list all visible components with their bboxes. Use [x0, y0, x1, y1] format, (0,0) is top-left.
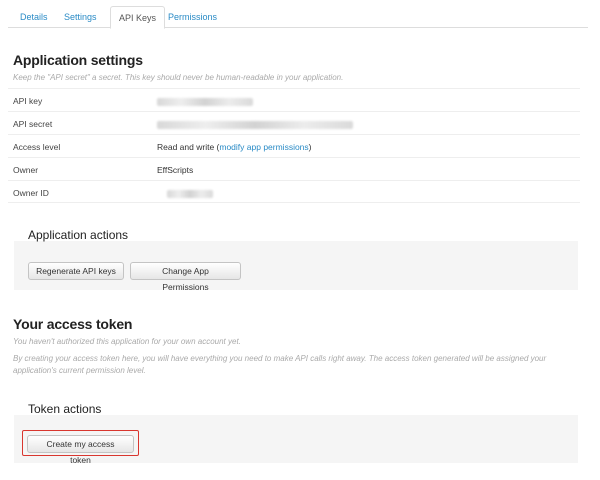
- settings-row-owner: Owner EffScripts: [8, 157, 580, 180]
- settings-row-access-level: Access level Read and write (modify app …: [8, 134, 580, 157]
- api-secret-note: Keep the "API secret" a secret. This key…: [13, 73, 344, 82]
- access-token-heading: Your access token: [13, 316, 133, 332]
- settings-row-api-secret: API secret: [8, 111, 580, 134]
- access-token-not-authorized-note: You haven't authorized this application …: [13, 337, 241, 346]
- application-settings-heading: Application settings: [13, 52, 143, 68]
- access-level-label: Access level: [13, 142, 61, 152]
- application-settings-table: API key API secret Access level Read and…: [8, 88, 580, 203]
- tab-api-keys[interactable]: API Keys: [110, 6, 166, 29]
- api-secret-value: [157, 119, 353, 129]
- access-token-description: By creating your access token here, you …: [13, 354, 547, 375]
- access-level-prefix: Read and write (: [157, 142, 220, 152]
- api-secret-label: API secret: [13, 119, 53, 129]
- highlight-box: [22, 430, 139, 456]
- access-level-suffix: ): [308, 142, 312, 152]
- regenerate-api-keys-button[interactable]: Regenerate API keys: [28, 262, 124, 280]
- owner-id-label: Owner ID: [13, 188, 49, 198]
- owner-id-value: [157, 188, 213, 198]
- modify-app-permissions-link[interactable]: modify app permissions: [219, 142, 308, 152]
- owner-value: EffScripts: [157, 165, 194, 175]
- access-level-value: Read and write (modify app permissions): [157, 142, 312, 152]
- application-actions-heading: Application actions: [28, 228, 129, 242]
- token-actions-heading: Token actions: [28, 402, 102, 416]
- owner-label: Owner: [13, 165, 39, 175]
- api-key-label: API key: [13, 96, 43, 106]
- api-key-value: [157, 96, 253, 106]
- settings-row-api-key: API key: [8, 88, 580, 111]
- change-app-permissions-button[interactable]: Change App Permissions: [130, 262, 241, 292]
- tab-settings[interactable]: Settings: [56, 6, 105, 28]
- tab-permissions[interactable]: Permissions: [160, 6, 225, 28]
- settings-row-owner-id: Owner ID: [8, 180, 580, 203]
- tab-details[interactable]: Details: [12, 6, 56, 28]
- tab-bar: Details Settings API Keys Permissions: [8, 4, 588, 29]
